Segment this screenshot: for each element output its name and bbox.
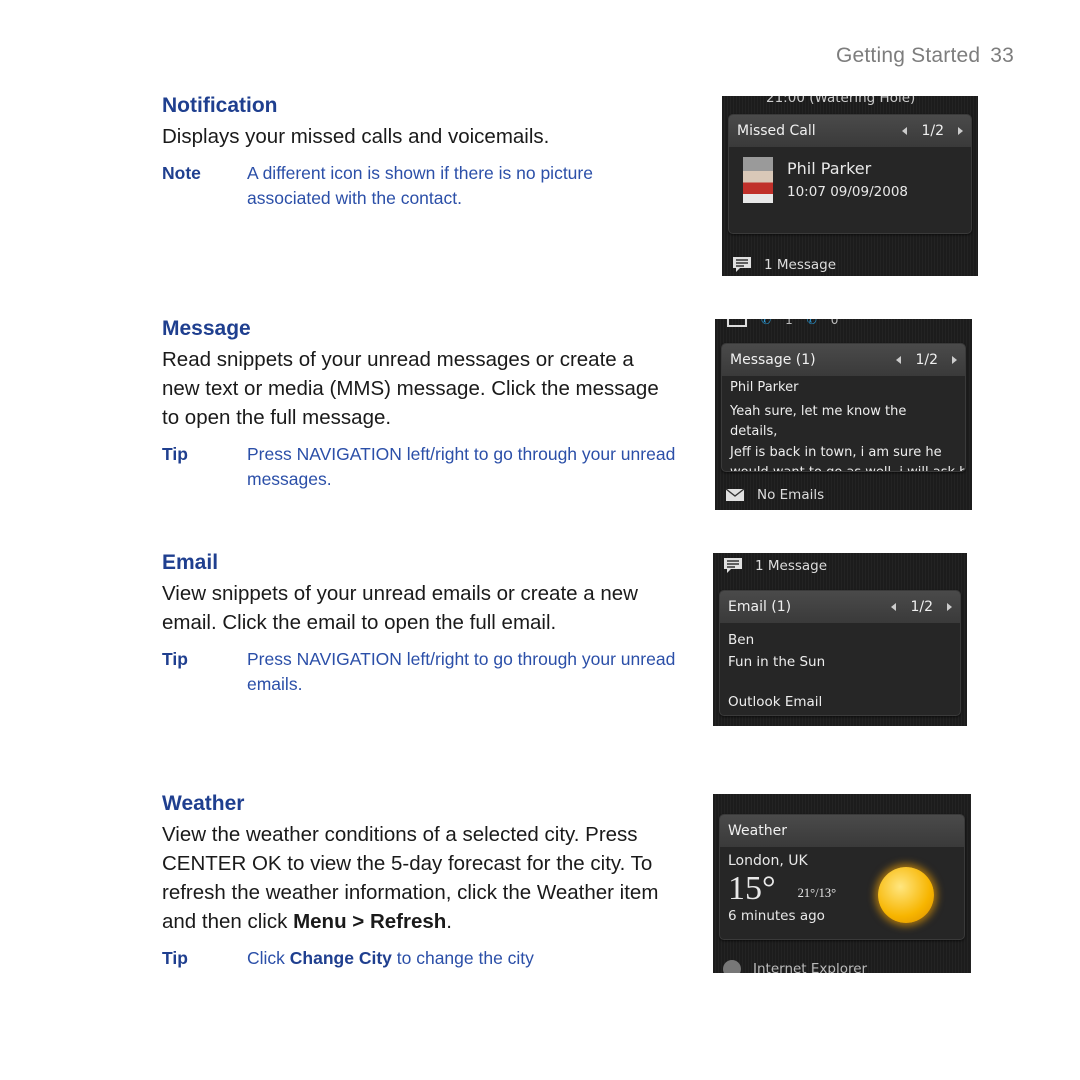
section-weather: Weather View the weather conditions of a… [162,792,692,971]
pager: 1/2 [902,123,963,139]
prev-arrow-icon[interactable] [896,356,902,364]
card-header: Missed Call 1/2 [729,115,971,147]
card-title: Weather [728,823,787,839]
section-body: Read snippets of your unread messages or… [162,348,659,429]
tip: Tip Press NAVIGATION left/right to go th… [162,442,692,492]
inbox-icon [727,319,747,327]
page-header: Getting Started 33 [836,44,1014,68]
pager-count: 1/2 [910,599,933,615]
card-title: Missed Call [737,123,816,139]
messages-text: 1 Message [755,558,828,574]
city: London, UK [728,853,808,869]
sender: Ben [728,632,755,648]
contact-row: Phil Parker 10:07 09/09/2008 [729,147,971,213]
section-message: Message Read snippets of your unread mes… [162,317,692,492]
section-title: Notification [162,94,278,117]
subject: Fun in the Sun [728,654,826,670]
email-card[interactable]: Email (1) 1/2 Ben Fun in the Sun Outlook… [719,590,961,716]
sun-icon [878,867,934,923]
tip-label: Tip [162,649,188,669]
message-card[interactable]: Message (1) 1/2 Phil Parker Yeah sure, l… [721,343,966,472]
next-arrow-icon[interactable] [952,356,957,364]
screenshot-email: 1 Message Email (1) 1/2 Ben Fun in the S… [713,553,967,726]
snippet-line: Yeah sure, let me know the details, [730,403,907,440]
temperature: 15° [728,870,776,907]
footer-text: Internet Explorer [753,961,868,973]
tip-text: Press NAVIGATION left/right to go throug… [247,444,676,489]
screenshot-weather: Weather London, UK 15° 21°/13° 6 minutes… [713,794,971,973]
card-header: Message (1) 1/2 [722,344,965,376]
weather-card[interactable]: Weather London, UK 15° 21°/13° 6 minutes… [719,814,965,940]
tip-text: Press NAVIGATION left/right to go throug… [247,649,676,694]
message-icon [724,558,742,573]
tip-label: Tip [162,444,188,464]
section-body: Displays your missed calls and voicemail… [162,125,550,148]
account-name: Outlook Email [728,694,823,710]
screenshot-message: ✆ 1 ✆ 0 Message (1) 1/2 Phil Parker Yeah s… [715,319,972,510]
emails-footer[interactable]: No Emails [725,487,824,503]
internet-explorer-row[interactable]: Internet Explorer [723,960,867,973]
status-row: ✆ 1 ✆ 0 [727,319,838,327]
message-icon [733,257,751,272]
tip-pre: Click [247,948,290,968]
tip-post: to change the city [391,948,534,968]
footer-text: 1 Message [764,257,837,273]
pager-count: 1/2 [915,352,938,368]
contact-name: Phil Parker [787,159,872,178]
contact-photo [743,157,773,203]
pager: 1/2 [896,352,957,368]
message-body: Phil Parker Yeah sure, let me know the d… [722,376,965,471]
prev-arrow-icon[interactable] [902,127,908,135]
note: Note A different icon is shown if there … [162,161,692,211]
missed-call-card[interactable]: Missed Call 1/2 Phil Parker 10:07 09/09/… [728,114,972,234]
note-label: Note [162,163,201,183]
tip: Tip Press NAVIGATION left/right to go th… [162,647,692,697]
page-number: 33 [990,44,1014,67]
screenshot-missed-call: 21:00 (Watering Hole) Missed Call 1/2 Ph… [722,96,978,276]
missed-call-count: 1 [785,319,793,327]
messages-footer[interactable]: 1 Message [732,256,836,274]
card-header: Weather [720,815,964,847]
weather-body: London, UK 15° 21°/13° 6 minutes ago [720,847,964,929]
section-title: Message [162,317,251,340]
messages-row[interactable]: 1 Message [723,557,827,575]
next-arrow-icon[interactable] [958,127,963,135]
appointment-text: 21:00 (Watering Hole) [766,96,916,106]
high-low: 21°/13° [797,886,837,900]
tip-bold: Change City [289,948,392,968]
missed-call-icon: ✆ [761,319,772,327]
section-title: Email [162,551,219,574]
section-body: View the weather conditions of a selecte… [162,820,687,936]
sender: Phil Parker [730,380,799,395]
footer-text: No Emails [757,487,825,503]
pager-count: 1/2 [921,123,944,139]
tip-text: Click Change City to change the city [247,946,534,971]
body-text-end: . [446,910,452,933]
envelope-icon [725,488,745,501]
tip: Tip Click Change City to change the city [162,946,692,971]
card-header: Email (1) 1/2 [720,591,960,623]
section-title: Weather [162,792,245,815]
snippet-line: Jeff is back in town, i am sure he [730,444,942,460]
voicemail-icon: ✆ [806,319,817,327]
card-title: Email (1) [728,599,792,615]
section-name: Getting Started [835,44,981,67]
globe-icon [723,960,741,973]
section-notification: Notification Displays your missed calls … [162,94,692,211]
next-arrow-icon[interactable] [947,603,952,611]
voicemail-count: 0 [830,319,839,327]
snippet-line: would want to go as well, i will ask him [730,463,965,471]
email-body: Ben Fun in the Sun Outlook Email [720,623,960,715]
pager: 1/2 [891,599,952,615]
call-time: 10:07 09/09/2008 [787,184,909,200]
prev-arrow-icon[interactable] [891,603,897,611]
card-title: Message (1) [730,352,816,368]
menu-path: Menu > Refresh [293,910,447,933]
section-email: Email View snippets of your unread email… [162,551,692,697]
section-body: View snippets of your unread emails or c… [162,582,638,634]
note-text: A different icon is shown if there is no… [247,163,593,208]
tip-label: Tip [162,948,188,968]
